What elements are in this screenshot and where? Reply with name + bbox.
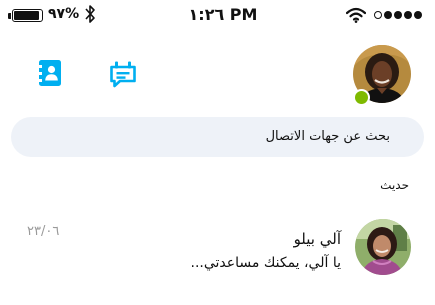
contacts-icon <box>39 60 61 86</box>
wifi-icon <box>346 7 366 23</box>
message-date: ٢٣/٠٦ <box>27 224 60 239</box>
battery-cap <box>8 13 11 19</box>
status-bar: ٩٧% ١:٢٦ PM <box>0 0 435 30</box>
signal-dot <box>404 11 412 19</box>
contact-search-input[interactable]: بحث عن جهات الاتصال <box>11 117 424 157</box>
bluetooth-icon <box>85 5 95 23</box>
recent-section-title: حديث <box>380 178 409 192</box>
message-preview: يا آلي، يمكنك مساعدتي... <box>190 255 341 271</box>
signal-icon <box>374 11 422 19</box>
status-time: ١:٢٦ PM <box>188 5 258 24</box>
signal-dot <box>414 11 422 19</box>
signal-dot <box>374 11 382 19</box>
signal-dot <box>384 11 392 19</box>
battery-percent: ٩٧% <box>48 6 80 22</box>
new-chat-button[interactable] <box>108 60 138 92</box>
new-chat-icon <box>110 61 136 88</box>
app-screen: ٩٧% ١:٢٦ PM بحث عن جهات الاتصال حديث آلي… <box>0 0 435 305</box>
battery-level <box>14 11 40 20</box>
contact-avatar <box>355 219 411 275</box>
presence-status-dot <box>353 89 370 106</box>
chat-list-item[interactable]: آلي بيلو يا آلي، يمكنك مساعدتي... ٢٣/٠٦ <box>0 210 435 290</box>
battery-icon <box>12 9 43 22</box>
contacts-button[interactable] <box>38 59 62 91</box>
search-placeholder: بحث عن جهات الاتصال <box>265 129 390 144</box>
signal-dot <box>394 11 402 19</box>
contact-name: آلي بيلو <box>293 230 341 248</box>
contact-photo <box>355 219 411 275</box>
